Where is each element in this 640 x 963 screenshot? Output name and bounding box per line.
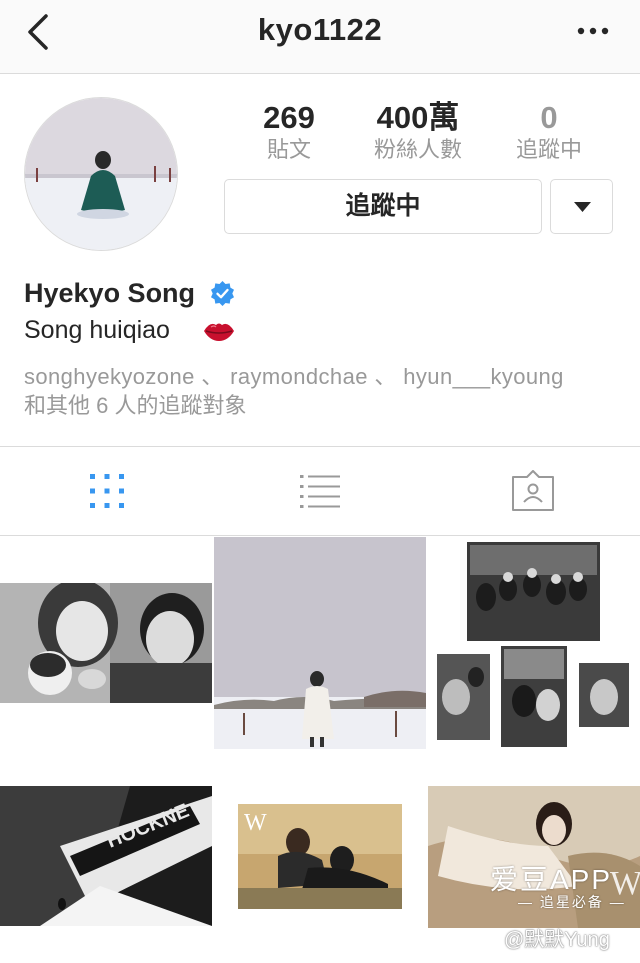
followers-count: 400萬 [376,100,460,135]
post-thumbnail[interactable] [0,537,212,749]
svg-text:W: W [244,810,267,836]
kiss-mark-icon [204,323,234,341]
followers-label: 粉絲人數 [373,137,462,162]
profile-tab-bar [0,446,640,536]
more-options-button[interactable] [576,18,610,44]
username-title: kyo1122 [257,12,383,47]
post-thumbnail[interactable]: HOCKNE [0,751,212,963]
more-horizontal-icon [577,27,609,35]
tab-grid[interactable] [0,447,213,535]
followed-by-names[interactable]: songhyekyozone 、 raymondchae 、 hyun___ky… [24,362,624,391]
display-name: Hyekyo Song [24,278,196,308]
profile-avatar[interactable] [24,97,178,251]
following-stat[interactable]: 0 追蹤中 [489,100,609,164]
top-nav-bar: kyo1122 [0,0,640,74]
posts-count: 269 [263,100,315,135]
followed-by-text[interactable]: songhyekyozone 、 raymondchae 、 hyun___ky… [24,362,624,420]
posts-label: 貼文 [266,137,311,162]
following-button[interactable]: 追蹤中 [224,179,542,234]
following-label: 追蹤中 [515,137,582,162]
app-promo-slogan: — 追星必备 — [518,894,626,910]
watermark-text: @默默Yung [504,929,610,951]
verified-badge-icon [211,281,234,306]
tagged-icon [511,470,554,511]
post-thumbnail[interactable]: W [214,751,426,963]
followed-by-suffix[interactable]: 和其他 6 人的追蹤對象 [24,391,624,420]
suggestions-dropdown-button[interactable] [550,179,613,234]
post-thumbnail[interactable] [428,537,640,749]
caret-down-icon [574,202,591,212]
following-count: 0 [540,100,558,135]
tab-list[interactable] [213,447,426,535]
posts-stat[interactable]: 269 貼文 [229,100,349,164]
followers-stat[interactable]: 400萬 粉絲人數 [358,100,478,164]
tab-tagged[interactable] [426,447,639,535]
post-thumbnail[interactable] [214,537,426,749]
grid-icon [89,474,124,508]
list-icon [299,475,340,508]
bio-text: Song huiqiao [24,316,170,344]
